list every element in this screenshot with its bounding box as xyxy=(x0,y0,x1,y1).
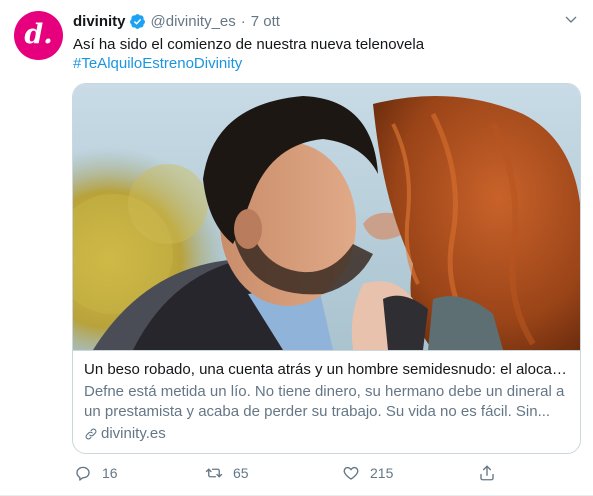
like-count: 215 xyxy=(370,465,394,481)
tweet-text: Así ha sido el comienzo de nuestra nueva… xyxy=(73,35,578,73)
retweet-button[interactable]: 65 xyxy=(205,462,249,484)
card-domain-label: divinity.es xyxy=(101,425,166,442)
card-body: Un beso robado, una cuenta atrás y un ho… xyxy=(84,360,571,444)
kiss-scene-photo xyxy=(73,84,580,350)
heart-icon xyxy=(343,466,359,480)
like-button[interactable]: 215 xyxy=(342,462,393,484)
link-card[interactable]: Un beso robado, una cuenta atrás y un ho… xyxy=(72,83,581,454)
tweet-text-line: Así ha sido el comienzo de nuestra nueva… xyxy=(73,36,425,53)
display-name[interactable]: divinity xyxy=(73,13,126,30)
card-domain: divinity.es xyxy=(84,424,571,444)
tweet[interactable]: d. divinity @divinity_es · 7 ott Así ha … xyxy=(0,0,593,496)
retweet-count: 65 xyxy=(233,465,249,481)
card-title: Un beso robado, una cuenta atrás y un ho… xyxy=(84,361,571,378)
share-icon xyxy=(480,465,494,481)
timestamp[interactable]: 7 ott xyxy=(251,13,280,30)
hashtag-link[interactable]: #TeAlquiloEstrenoDivinity xyxy=(73,54,578,73)
separator-dot: · xyxy=(240,12,246,30)
avatar-logo-text: d. xyxy=(24,18,53,50)
avatar[interactable]: d. xyxy=(14,11,63,60)
card-image[interactable] xyxy=(73,84,580,351)
card-description-line: Defne está metida un lío. No tiene diner… xyxy=(84,383,565,400)
reply-button[interactable]: 16 xyxy=(74,462,118,484)
verified-badge-icon xyxy=(129,13,145,29)
chevron-down-icon[interactable] xyxy=(563,12,579,28)
reply-count: 16 xyxy=(102,465,118,481)
card-description: Defne está metida un lío. No tiene diner… xyxy=(84,382,571,422)
card-description-line: un prestamista y acaba de perder su trab… xyxy=(84,403,551,420)
user-handle[interactable]: @divinity_es xyxy=(151,13,236,30)
tweet-actions: 16 65 215 xyxy=(74,462,504,484)
retweet-icon xyxy=(205,468,223,478)
reply-icon xyxy=(76,466,90,481)
link-icon xyxy=(85,428,97,440)
tweet-header: divinity @divinity_es · 7 ott xyxy=(73,11,280,31)
share-button[interactable] xyxy=(478,462,506,484)
